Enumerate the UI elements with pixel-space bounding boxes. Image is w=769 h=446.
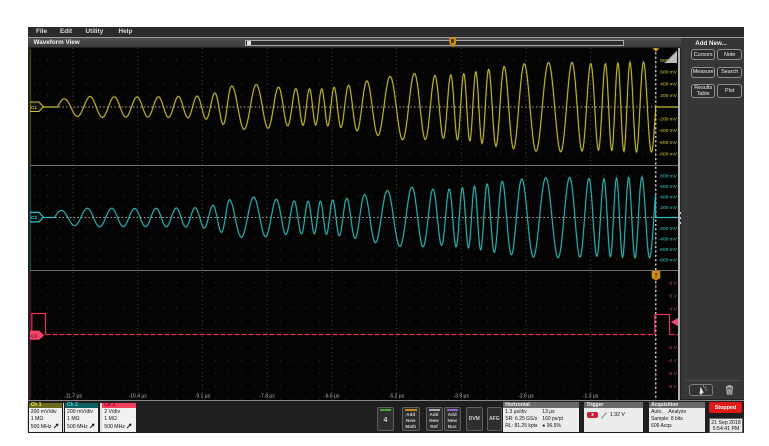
svg-text:C2: C2 <box>31 215 37 220</box>
svg-text:-2.6 μs: -2.6 μs <box>518 393 534 399</box>
svg-text:-9.1 μs: -9.1 μs <box>195 393 211 399</box>
svg-text:-4 V: -4 V <box>668 358 678 364</box>
svg-text:6 V: 6 V <box>670 293 678 299</box>
svg-text:600 mV: 600 mV <box>660 69 678 75</box>
svg-text:C3: C3 <box>31 333 37 338</box>
svg-text:-200 mV: -200 mV <box>659 116 678 122</box>
svg-text:-800 mV: -800 mV <box>659 257 678 263</box>
svg-text:-1.3 μs: -1.3 μs <box>583 393 599 399</box>
svg-text:-400 mV: -400 mV <box>659 236 678 242</box>
svg-text:-6 V: -6 V <box>668 371 678 377</box>
svg-text:-7.8 μs: -7.8 μs <box>259 393 275 399</box>
svg-text:400 mV: 400 mV <box>660 194 678 200</box>
svg-text:200 mV: 200 mV <box>660 204 678 210</box>
svg-text:C1: C1 <box>31 104 37 109</box>
svg-text:-800 mV: -800 mV <box>659 151 678 157</box>
svg-text:200 mV: 200 mV <box>660 93 678 99</box>
svg-text:800 mV: 800 mV <box>660 173 678 179</box>
svg-text:-8 V: -8 V <box>668 384 678 390</box>
svg-text:-11.7 μs: -11.7 μs <box>64 393 82 399</box>
svg-text:-600 mV: -600 mV <box>659 246 678 252</box>
svg-text:-200 mV: -200 mV <box>659 225 678 231</box>
svg-text:-3.9 μs: -3.9 μs <box>454 393 470 399</box>
svg-text:-2 V: -2 V <box>668 345 678 351</box>
svg-text:4 V: 4 V <box>670 306 678 312</box>
svg-text:600 mV: 600 mV <box>660 183 678 189</box>
svg-text:-5.2 μs: -5.2 μs <box>389 393 405 399</box>
svg-text:-6.5 μs: -6.5 μs <box>324 393 340 399</box>
svg-text:8 V: 8 V <box>670 280 678 286</box>
svg-text:-600 mV: -600 mV <box>659 139 678 145</box>
svg-text:-10.4 μs: -10.4 μs <box>129 393 148 399</box>
svg-text:-400 mV: -400 mV <box>659 128 678 134</box>
svg-text:400 mV: 400 mV <box>660 81 678 87</box>
